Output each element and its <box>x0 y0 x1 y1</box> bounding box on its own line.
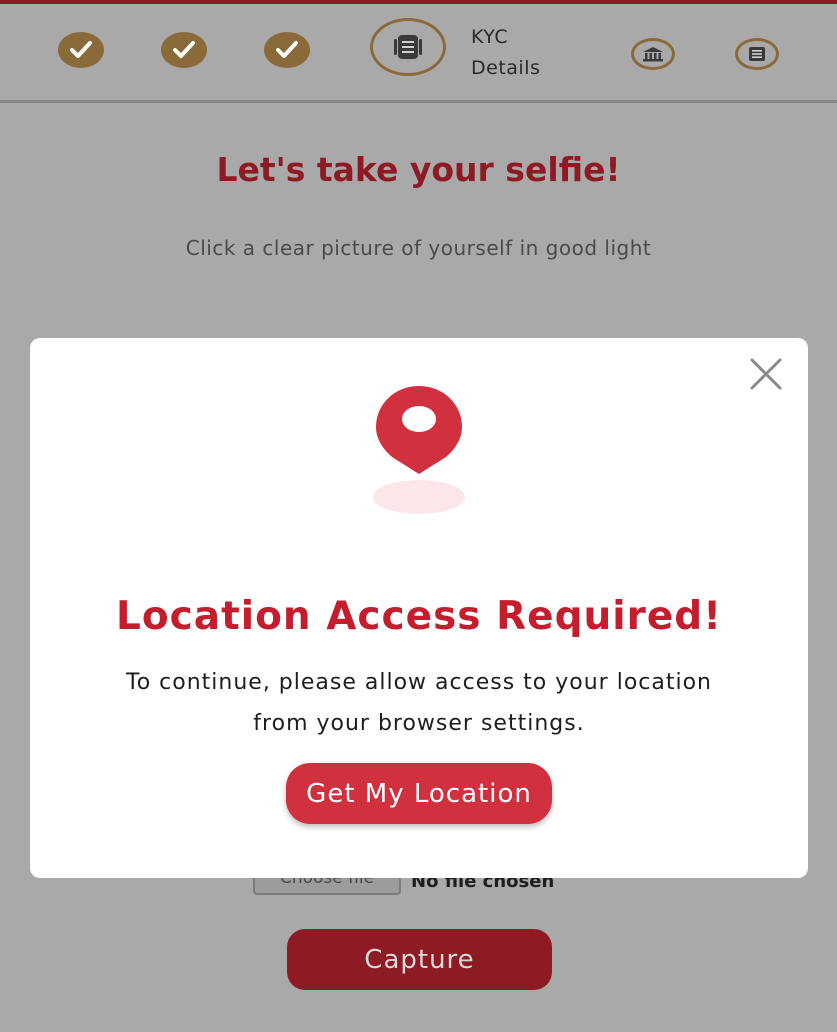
pin-shadow <box>373 480 465 514</box>
document-icon <box>394 35 422 59</box>
get-my-location-button[interactable]: Get My Location <box>286 763 552 824</box>
check-icon <box>276 41 298 58</box>
page-title: Let's take your selfie! <box>216 150 621 189</box>
current-step-label-line1: KYC <box>471 26 509 48</box>
check-icon <box>70 41 92 58</box>
modal-message: To continue, please allow access to your… <box>126 670 712 736</box>
step-3-completed <box>264 32 310 68</box>
step-6-upcoming <box>735 38 779 70</box>
step-2-completed <box>161 32 207 68</box>
current-step-label-line2: Details <box>471 57 541 79</box>
stepper-divider <box>0 100 837 103</box>
step-4-current <box>370 18 446 76</box>
bank-icon <box>643 47 663 62</box>
step-5-upcoming <box>631 38 675 70</box>
location-pin-icon <box>376 386 462 474</box>
close-icon[interactable] <box>748 356 784 392</box>
progress-stepper: KYC Details <box>0 4 837 100</box>
step-1-completed <box>58 32 104 68</box>
list-icon <box>749 47 765 61</box>
current-step-label: KYC Details <box>471 22 540 84</box>
modal-title: Location Access Required! <box>115 594 723 639</box>
page-subtitle: Click a clear picture of yourself in goo… <box>185 236 652 260</box>
check-icon <box>173 41 195 58</box>
location-permission-modal: Location Access Required! To continue, p… <box>30 338 808 878</box>
capture-button[interactable]: Capture <box>287 929 552 990</box>
